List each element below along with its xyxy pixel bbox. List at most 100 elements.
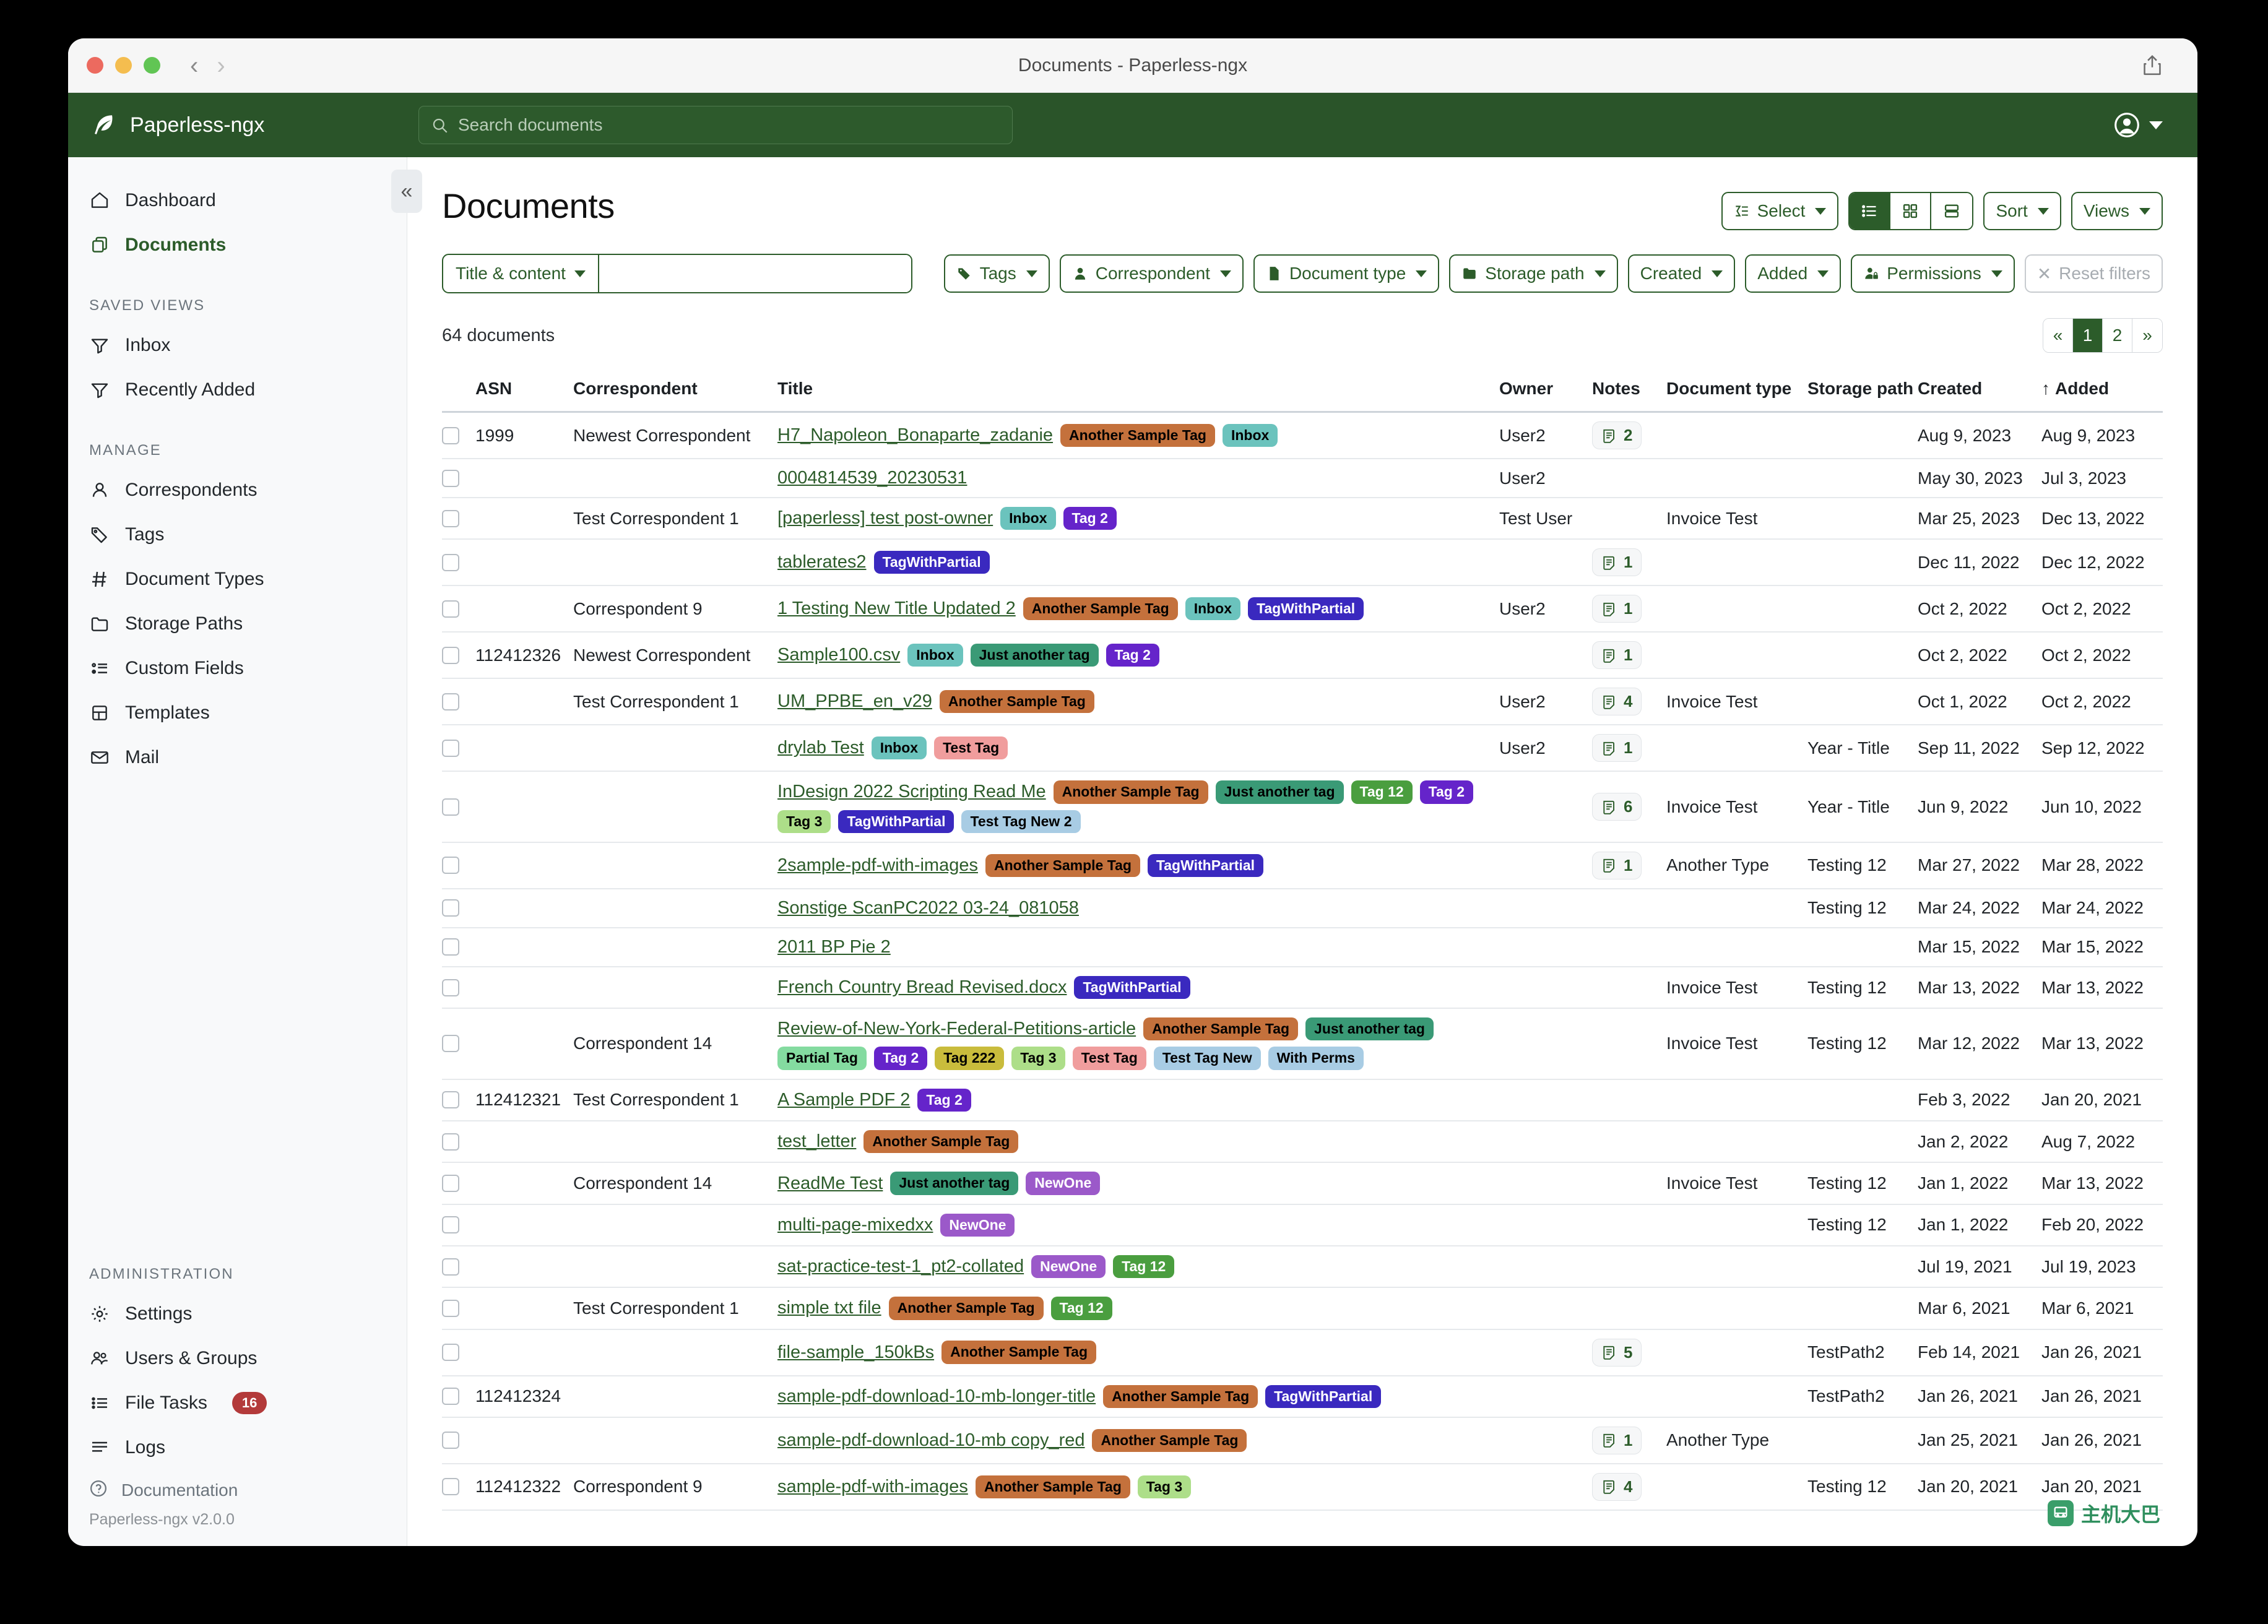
- sidebar-item-logs[interactable]: Logs: [68, 1425, 407, 1470]
- tag-chip[interactable]: With Perms: [1268, 1047, 1364, 1069]
- document-type-filter-button[interactable]: Document type: [1253, 254, 1439, 293]
- row-checkbox[interactable]: [442, 1091, 459, 1108]
- tag-chip[interactable]: NewOne: [1026, 1172, 1100, 1194]
- tags-filter-button[interactable]: Tags: [944, 254, 1050, 293]
- tag-chip[interactable]: TagWithPartial: [1148, 854, 1263, 877]
- column-header-title[interactable]: Title: [777, 371, 1499, 412]
- table-row[interactable]: 112412326Newest CorrespondentSample100.c…: [442, 632, 2163, 678]
- table-row[interactable]: Test Correspondent 1UM_PPBE_en_v29Anothe…: [442, 678, 2163, 725]
- sidebar-item-settings[interactable]: Settings: [68, 1292, 407, 1336]
- storage-path-filter-button[interactable]: Storage path: [1449, 254, 1617, 293]
- tag-chip[interactable]: Tag 3: [1011, 1047, 1065, 1069]
- row-checkbox[interactable]: [442, 1300, 459, 1317]
- row-checkbox-cell[interactable]: [442, 1329, 475, 1376]
- tag-chip[interactable]: Just another tag: [971, 644, 1099, 667]
- reset-filters-button[interactable]: ✕ Reset filters: [2025, 254, 2163, 293]
- tag-chip[interactable]: Another Sample Tag: [1023, 597, 1178, 620]
- sidebar-item-dashboard[interactable]: Dashboard: [68, 178, 407, 223]
- notes-badge[interactable]: 1: [1592, 734, 1642, 762]
- document-title-link[interactable]: sat-practice-test-1_pt2-collated: [777, 1256, 1024, 1277]
- tag-chip[interactable]: Inbox: [872, 736, 927, 759]
- sidebar-item-file-tasks[interactable]: File Tasks 16: [68, 1381, 407, 1425]
- row-checkbox-cell[interactable]: [442, 1464, 475, 1510]
- document-title-link[interactable]: French Country Bread Revised.docx: [777, 977, 1067, 998]
- document-title-link[interactable]: InDesign 2022 Scripting Read Me: [777, 782, 1046, 802]
- tag-chip[interactable]: Tag 2: [874, 1047, 927, 1069]
- row-checkbox[interactable]: [442, 1133, 459, 1151]
- tag-chip[interactable]: TagWithPartial: [874, 551, 990, 574]
- sidebar-item-storage-paths[interactable]: Storage Paths: [68, 602, 407, 646]
- document-title-link[interactable]: sample-pdf-download-10-mb-longer-title: [777, 1386, 1096, 1407]
- tag-chip[interactable]: Another Sample Tag: [1092, 1429, 1247, 1452]
- document-title-link[interactable]: sample-pdf-with-images: [777, 1477, 968, 1497]
- notes-badge[interactable]: 5: [1592, 1339, 1642, 1367]
- row-checkbox[interactable]: [442, 1344, 459, 1361]
- row-checkbox[interactable]: [442, 470, 459, 487]
- table-row[interactable]: 0004814539_20230531User2May 30, 2023Jul …: [442, 459, 2163, 498]
- tag-chip[interactable]: Tag 12: [1351, 780, 1413, 803]
- notes-badge[interactable]: 1: [1592, 1427, 1642, 1454]
- search-input[interactable]: Search documents: [418, 106, 1013, 144]
- tag-chip[interactable]: Tag 2: [1420, 780, 1473, 803]
- row-checkbox[interactable]: [442, 1216, 459, 1233]
- tag-chip[interactable]: Test Tag New: [1154, 1047, 1261, 1069]
- tag-chip[interactable]: Another Sample Tag: [985, 854, 1140, 877]
- table-row[interactable]: 112412322Correspondent 9sample-pdf-with-…: [442, 1464, 2163, 1510]
- row-checkbox-cell[interactable]: [442, 1287, 475, 1329]
- sidebar-item-mail[interactable]: Mail: [68, 735, 407, 780]
- tag-chip[interactable]: Another Sample Tag: [889, 1297, 1044, 1320]
- table-row[interactable]: 2sample-pdf-with-imagesAnother Sample Ta…: [442, 842, 2163, 889]
- document-title-link[interactable]: test_letter: [777, 1131, 856, 1152]
- notes-badge[interactable]: 1: [1592, 548, 1642, 576]
- select-all-header[interactable]: [442, 371, 475, 412]
- added-filter-button[interactable]: Added: [1745, 254, 1841, 293]
- table-row[interactable]: file-sample_150kBsAnother Sample Tag5Tes…: [442, 1329, 2163, 1376]
- row-checkbox-cell[interactable]: [442, 498, 475, 539]
- table-row[interactable]: Test Correspondent 1simple txt fileAnoth…: [442, 1287, 2163, 1329]
- document-title-link[interactable]: file-sample_150kBs: [777, 1342, 934, 1363]
- app-brand[interactable]: Paperless-ngx: [90, 112, 407, 138]
- row-checkbox-cell[interactable]: [442, 725, 475, 771]
- column-header-created[interactable]: Created: [1918, 371, 2041, 412]
- tag-chip[interactable]: Another Sample Tag: [1103, 1385, 1258, 1408]
- column-header-storage-path[interactable]: Storage path: [1807, 371, 1918, 412]
- tag-chip[interactable]: Tag 2: [1106, 644, 1159, 667]
- created-filter-button[interactable]: Created: [1628, 254, 1736, 293]
- tag-chip[interactable]: Test Tag New 2: [961, 810, 1080, 833]
- list-view-button[interactable]: [1850, 193, 1890, 229]
- table-row[interactable]: test_letterAnother Sample TagJan 2, 2022…: [442, 1121, 2163, 1162]
- row-checkbox[interactable]: [442, 1258, 459, 1276]
- tag-chip[interactable]: Another Sample Tag: [976, 1475, 1130, 1498]
- table-row[interactable]: Correspondent 14Review-of-New-York-Feder…: [442, 1008, 2163, 1079]
- views-button[interactable]: Views: [2071, 192, 2163, 230]
- pagination-first[interactable]: «: [2043, 319, 2073, 352]
- column-header-correspondent[interactable]: Correspondent: [573, 371, 777, 412]
- document-title-link[interactable]: ReadMe Test: [777, 1173, 883, 1194]
- tag-chip[interactable]: Another Sample Tag: [1060, 424, 1215, 447]
- row-checkbox-cell[interactable]: [442, 1246, 475, 1287]
- table-row[interactable]: 112412324sample-pdf-download-10-mb-longe…: [442, 1376, 2163, 1417]
- tag-chip[interactable]: Another Sample Tag: [1143, 1017, 1298, 1040]
- row-checkbox-cell[interactable]: [442, 1417, 475, 1464]
- row-checkbox-cell[interactable]: [442, 412, 475, 459]
- tag-chip[interactable]: Partial Tag: [777, 1047, 867, 1069]
- table-row[interactable]: 112412321Test Correspondent 1A Sample PD…: [442, 1079, 2163, 1121]
- tag-chip[interactable]: Inbox: [1223, 424, 1278, 447]
- table-row[interactable]: Correspondent 14ReadMe TestJust another …: [442, 1162, 2163, 1204]
- sidebar-item-documentation[interactable]: Documentation: [68, 1470, 407, 1511]
- sidebar-item-inbox[interactable]: Inbox: [68, 323, 407, 368]
- row-checkbox-cell[interactable]: [442, 771, 475, 842]
- document-title-link[interactable]: simple txt file: [777, 1298, 881, 1318]
- document-title-link[interactable]: 1 Testing New Title Updated 2: [777, 598, 1016, 619]
- row-checkbox-cell[interactable]: [442, 459, 475, 498]
- notes-badge[interactable]: 4: [1592, 688, 1642, 715]
- tag-chip[interactable]: Tag 12: [1113, 1255, 1174, 1278]
- row-checkbox-cell[interactable]: [442, 967, 475, 1008]
- tag-chip[interactable]: Another Sample Tag: [863, 1130, 1018, 1153]
- row-checkbox[interactable]: [442, 1478, 459, 1495]
- row-checkbox-cell[interactable]: [442, 1376, 475, 1417]
- row-checkbox[interactable]: [442, 600, 459, 618]
- sidebar-item-users-groups[interactable]: Users & Groups: [68, 1336, 407, 1381]
- sidebar-item-templates[interactable]: Templates: [68, 691, 407, 735]
- sidebar-item-correspondents[interactable]: Correspondents: [68, 468, 407, 512]
